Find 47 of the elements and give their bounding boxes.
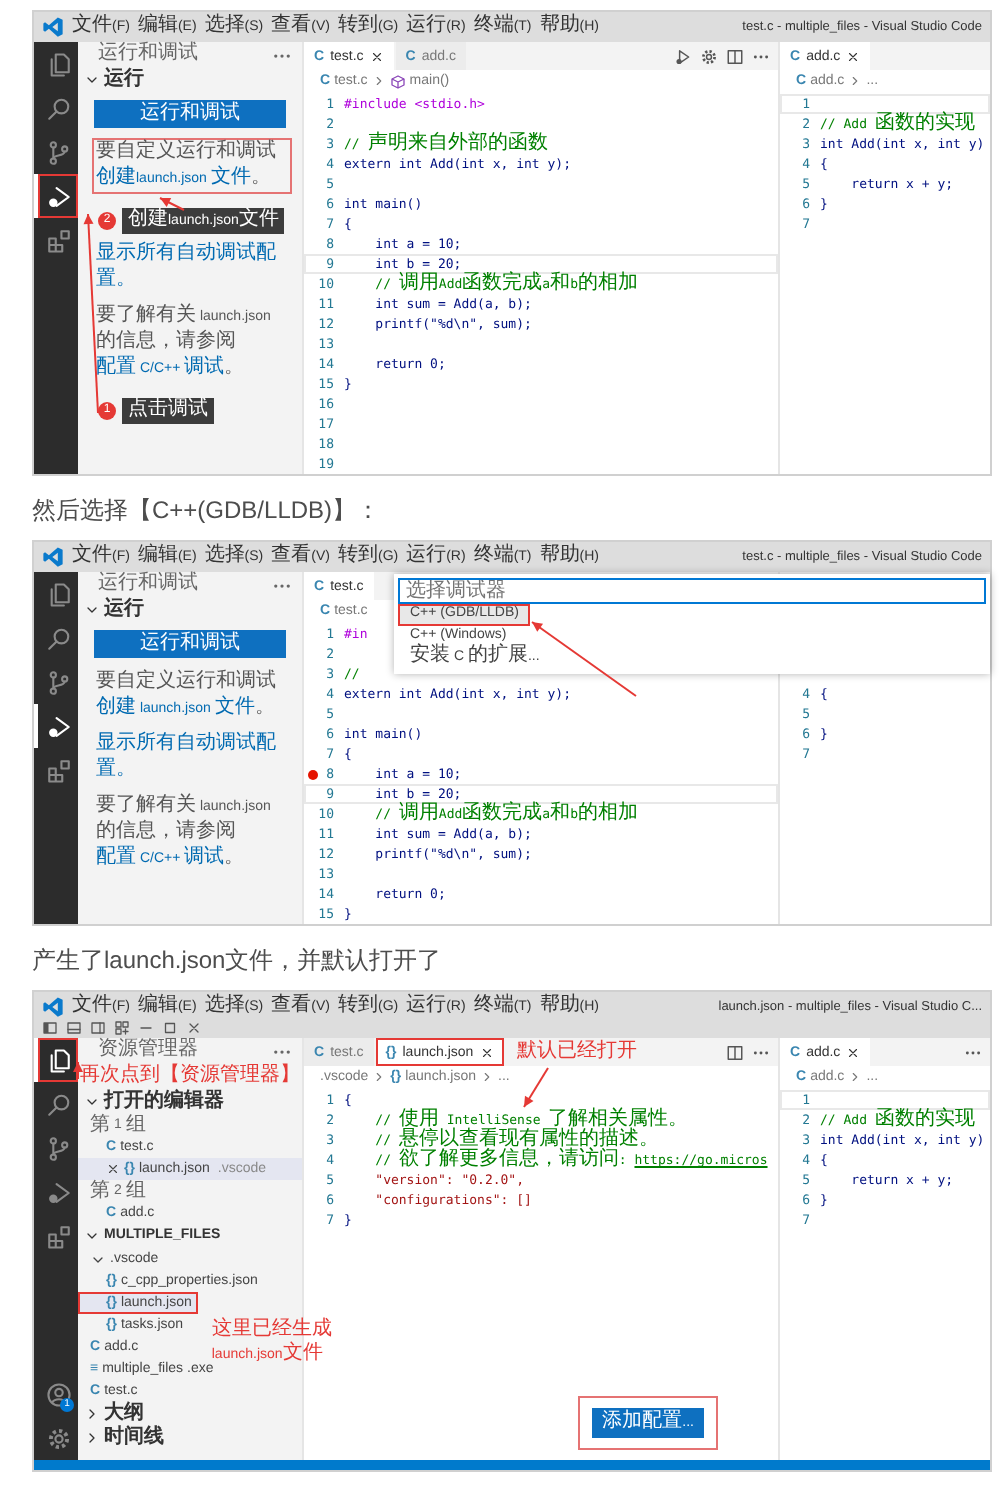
- settings-icon[interactable]: [700, 47, 718, 65]
- cube-icon: [389, 73, 406, 89]
- close-icon[interactable]: [106, 1162, 120, 1176]
- panel-title: 运行和调试: [98, 42, 198, 67]
- link[interactable]: 显示所有自动调试配置。: [96, 242, 288, 294]
- section-header[interactable]: 大纲: [78, 1402, 302, 1426]
- section-header[interactable]: 运行: [78, 68, 302, 92]
- account-icon[interactable]: [45, 1381, 71, 1407]
- caption-text: 然后选择【C++(GDB/LLDB)】：: [32, 494, 383, 526]
- link[interactable]: 显示所有自动调试配置。: [96, 732, 288, 784]
- annotation-text: 默认已经打开: [517, 1039, 638, 1065]
- panel-title: 资源管理器: [98, 1038, 198, 1063]
- caption-text: 产生了launch.json文件，并默认打开了: [32, 944, 444, 976]
- chevron-icon: [372, 1070, 387, 1084]
- close-icon[interactable]: [369, 49, 384, 63]
- play-bug-icon[interactable]: [674, 47, 692, 65]
- close-icon[interactable]: [846, 49, 861, 63]
- app-logo-icon: [42, 996, 64, 1018]
- close-icon[interactable]: [846, 1045, 861, 1059]
- breakpoint-dot[interactable]: [308, 769, 318, 779]
- layout-icon[interactable]: [114, 1020, 130, 1036]
- search-field[interactable]: 选择调试器: [398, 578, 986, 604]
- app-logo-icon: [42, 16, 64, 38]
- chevron-icon: [848, 1070, 863, 1084]
- run-debug-button[interactable]: 运行和调试: [94, 100, 286, 128]
- chevron-icon: [84, 72, 100, 88]
- close-icon[interactable]: [479, 1045, 494, 1059]
- section-header[interactable]: 打开的编辑器: [78, 1090, 302, 1114]
- layout-icon[interactable]: [90, 1020, 106, 1036]
- layout-icon[interactable]: [42, 1020, 58, 1036]
- app-logo-icon: [42, 546, 64, 568]
- close-icon[interactable]: [186, 1020, 202, 1036]
- chevron-icon: [84, 602, 100, 618]
- split-editor-icon[interactable]: [726, 47, 744, 65]
- run-debug-button[interactable]: 运行和调试: [94, 630, 286, 658]
- chevron-icon: [480, 1070, 494, 1084]
- annotation-text: 再次点到【资源管理器】: [78, 1064, 302, 1089]
- layout-icon[interactable]: [66, 1020, 82, 1036]
- split-editor-icon[interactable]: [726, 1043, 744, 1061]
- chevron-icon: [371, 74, 386, 88]
- section-header[interactable]: 时间线: [78, 1426, 302, 1450]
- callout-label: 点击调试: [122, 398, 214, 424]
- panel-title: 运行和调试: [98, 572, 198, 597]
- chevron-icon: [84, 1094, 100, 1110]
- section-header[interactable]: 运行: [78, 598, 302, 622]
- maximize-icon[interactable]: [162, 1020, 178, 1036]
- chevron-icon: [848, 74, 863, 88]
